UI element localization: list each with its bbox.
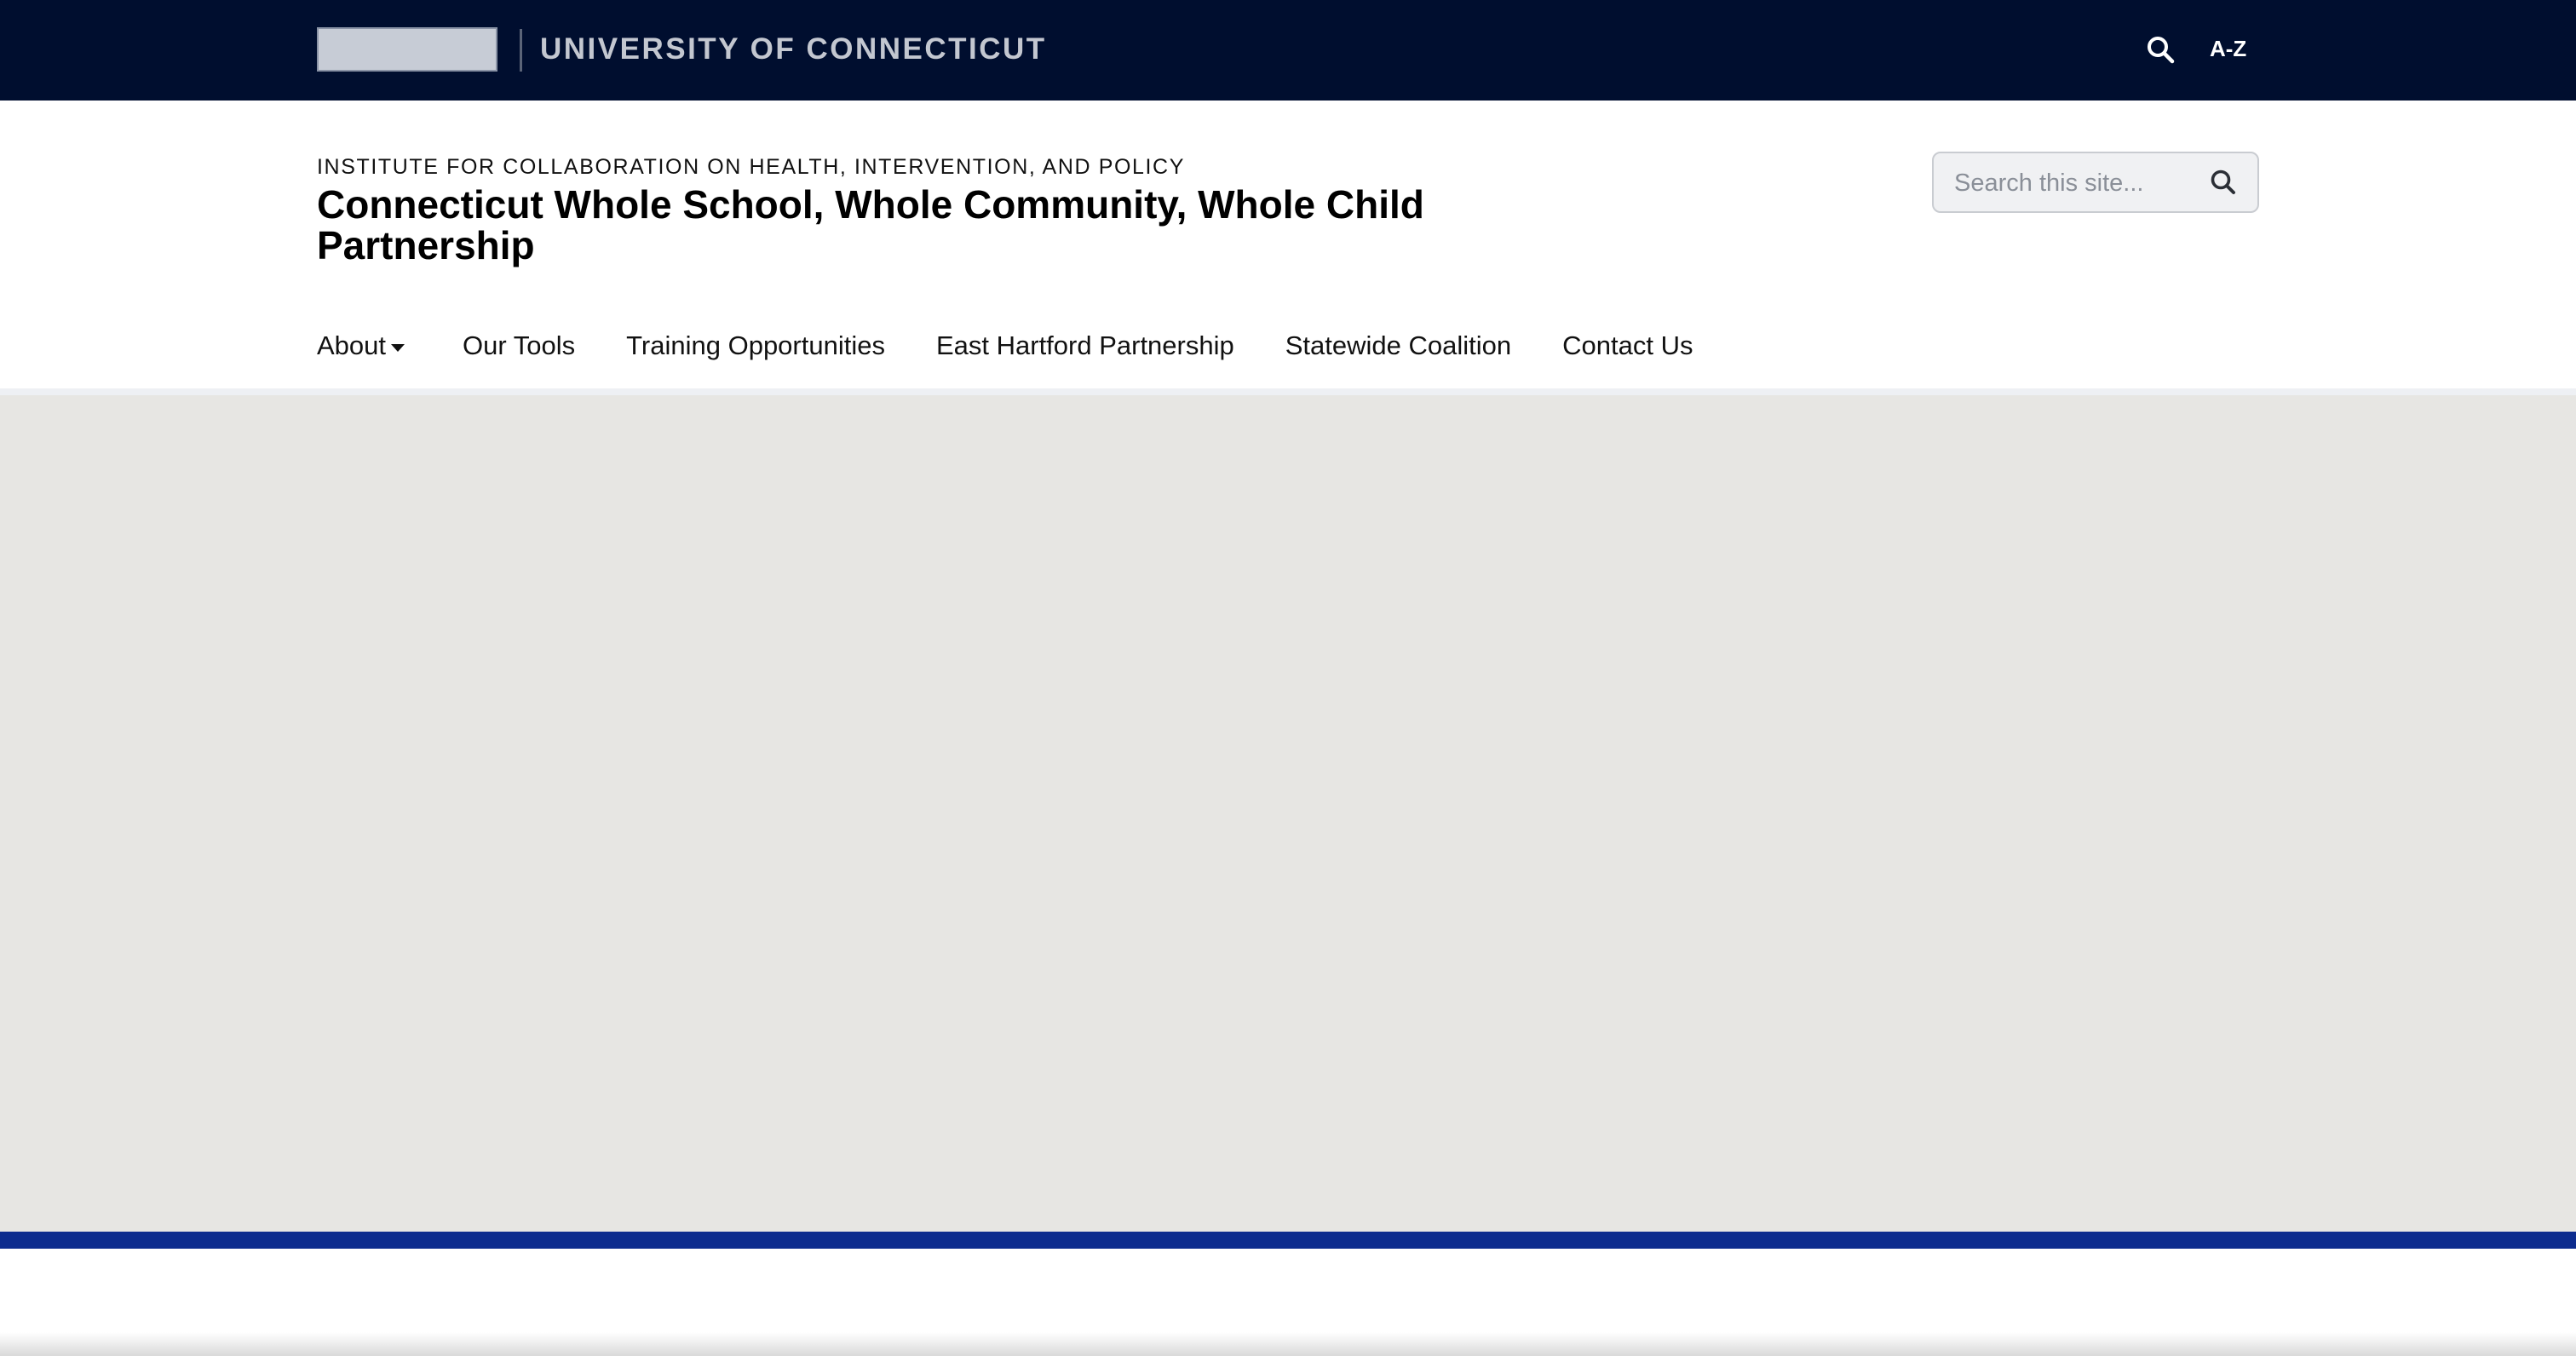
site-search-form xyxy=(1932,152,2259,213)
nav-item-label: About xyxy=(317,330,387,360)
nav-item-label: East Hartford Partnership xyxy=(935,330,1234,360)
site-title[interactable]: Connecticut Whole School, Whole Communit… xyxy=(317,184,1441,266)
hero-accent-bar xyxy=(0,1232,2576,1249)
topbar-divider xyxy=(520,29,522,72)
institute-name[interactable]: INSTITUTE FOR COLLABORATION ON HEALTH, I… xyxy=(317,155,1185,180)
content-area xyxy=(0,1249,2576,1356)
hero-image xyxy=(0,395,2576,1232)
nav-item-about[interactable]: About xyxy=(317,330,405,361)
a-z-index-link[interactable]: A-Z xyxy=(2210,36,2246,62)
nav-item-contact-us[interactable]: Contact Us xyxy=(1562,330,1693,361)
site-search-input[interactable] xyxy=(1952,165,2203,201)
nav-item-label: Training Opportunities xyxy=(626,330,885,360)
nav-item-training-opportunities[interactable]: Training Opportunities xyxy=(626,330,885,361)
search-icon[interactable] xyxy=(2208,167,2239,198)
nav-divider xyxy=(0,388,2576,395)
nav-item-east-hartford-partnership[interactable]: East Hartford Partnership xyxy=(936,330,1234,361)
nav-item-label: Statewide Coalition xyxy=(1285,330,1512,360)
nav-item-label: Contact Us xyxy=(1562,330,1693,360)
university-name[interactable]: UNIVERSITY OF CONNECTICUT xyxy=(540,32,1047,66)
primary-nav: About Our Tools Training Opportunities E… xyxy=(317,329,1693,363)
uconn-wordmark-logo[interactable] xyxy=(317,27,497,72)
caret-down-icon xyxy=(391,343,405,352)
nav-item-our-tools[interactable]: Our Tools xyxy=(463,330,575,361)
nav-item-label: Our Tools xyxy=(463,330,576,360)
nav-item-statewide-coalition[interactable]: Statewide Coalition xyxy=(1285,330,1511,361)
university-top-bar: UNIVERSITY OF CONNECTICUT A-Z xyxy=(0,0,2576,101)
search-icon[interactable] xyxy=(2145,34,2176,65)
